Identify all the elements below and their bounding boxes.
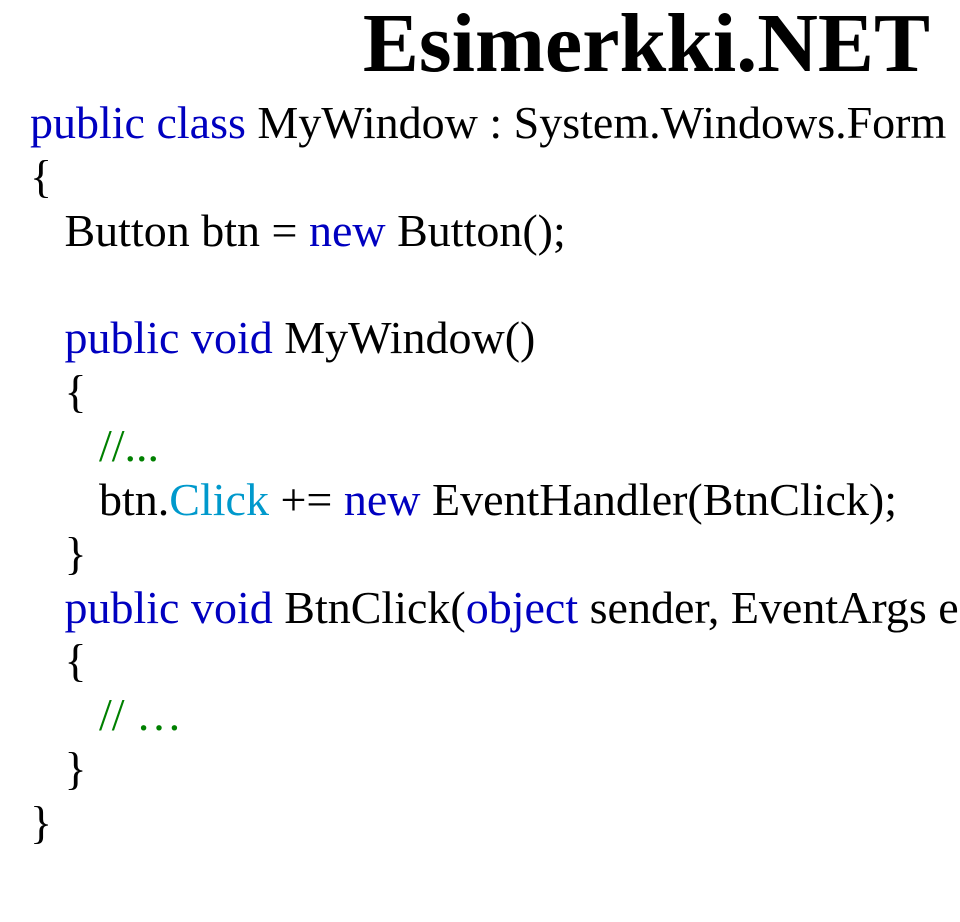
code-text: +=	[269, 474, 344, 525]
code-text: btn.	[30, 474, 169, 525]
code-text: MyWindow : System.Windows.Form	[246, 97, 946, 148]
member-click: Click	[169, 474, 269, 525]
code-text: Button();	[386, 205, 566, 256]
code-text: {	[30, 151, 52, 202]
code-text: MyWindow()	[273, 312, 536, 363]
code-text: sender, EventArgs e)	[578, 582, 960, 633]
code-text: BtnClick(	[273, 582, 466, 633]
code-text: EventHandler(BtnClick);	[420, 474, 897, 525]
code-text: Button btn =	[30, 205, 309, 256]
code-text: {	[30, 635, 87, 686]
kw-object: object	[466, 582, 578, 633]
comment: // …	[30, 689, 182, 740]
code-text: }	[30, 528, 87, 579]
slide-title: Esimerkki.NET	[30, 0, 930, 88]
comment: //...	[30, 420, 159, 471]
kw-new: new	[309, 205, 386, 256]
kw-public-class: public class	[30, 97, 246, 148]
code-text: }	[30, 743, 87, 794]
code-text: {	[30, 366, 87, 417]
kw-public-void: public void	[30, 312, 273, 363]
code-block: public class MyWindow : System.Windows.F…	[30, 88, 930, 849]
code-text: }	[30, 797, 52, 848]
kw-public-void: public void	[30, 582, 273, 633]
kw-new: new	[344, 474, 421, 525]
slide-page: Esimerkki.NET public class MyWindow : Sy…	[0, 0, 960, 922]
